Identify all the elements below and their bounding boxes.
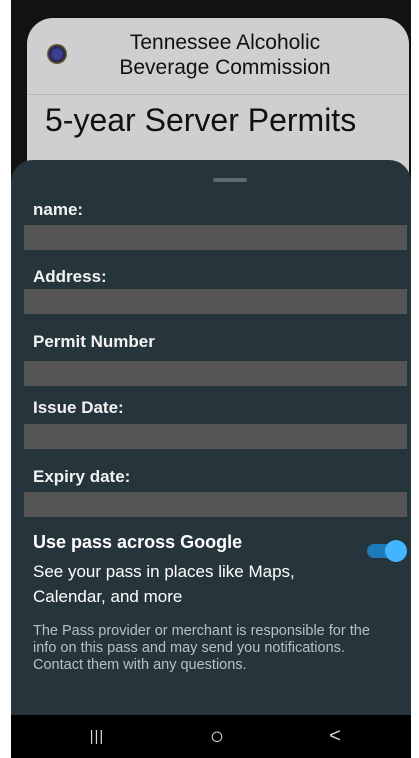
field-label-address: Address:: [33, 267, 107, 286]
issuer-logo-icon: [47, 44, 67, 64]
back-button[interactable]: <: [295, 715, 375, 758]
recents-icon: |||: [89, 728, 105, 745]
use-pass-toggle-subtitle: See your pass in places like Maps, Calen…: [33, 562, 295, 606]
field-label-issue-date: Issue Date:: [33, 398, 124, 417]
system-nav-bar: ||| ○ <: [11, 715, 411, 758]
field-value-address: [24, 289, 407, 314]
card-divider: [27, 94, 409, 95]
field-value-issue-date: [24, 424, 407, 449]
home-button[interactable]: ○: [177, 715, 257, 758]
use-pass-toggle[interactable]: [367, 540, 407, 562]
provider-disclaimer: The Pass provider or merchant is respons…: [33, 623, 370, 673]
field-label-permit-number: Permit Number: [33, 332, 155, 351]
field-label-name: name:: [33, 200, 84, 219]
field-label-expiry-date: Expiry date:: [33, 467, 131, 486]
drag-handle[interactable]: [213, 178, 247, 182]
toggle-knob: [385, 540, 407, 562]
back-icon: <: [329, 725, 341, 747]
home-icon: ○: [209, 722, 225, 750]
recents-button[interactable]: |||: [57, 715, 137, 758]
pass-details-sheet: name: Address: Permit Number Issue Date:…: [11, 160, 411, 715]
phone-screen: Tennessee Alcoholic Beverage Commission …: [11, 0, 411, 758]
use-pass-toggle-title: Use pass across Google: [33, 532, 243, 552]
field-value-name: [24, 225, 407, 250]
field-value-expiry-date: [24, 492, 407, 517]
field-value-permit-number: [24, 361, 407, 386]
issuer-name: Tennessee Alcoholic Beverage Commission: [119, 31, 331, 79]
pass-title: 5-year Server Permits: [45, 102, 357, 138]
